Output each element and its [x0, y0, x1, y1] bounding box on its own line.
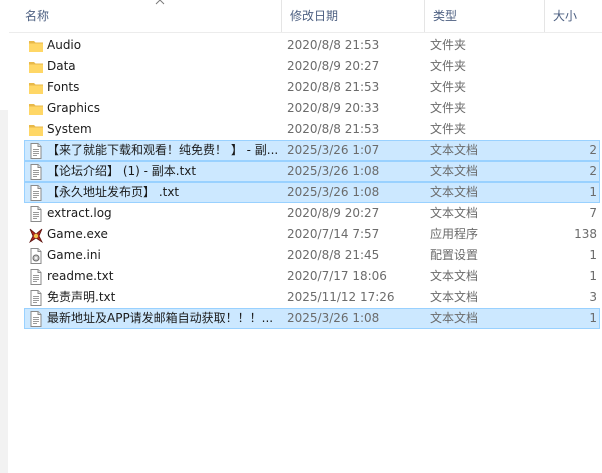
- file-type: 文本文档: [430, 185, 479, 199]
- folder-icon: [28, 37, 44, 55]
- file-size: 2: [589, 164, 597, 178]
- folder-icon: [28, 58, 44, 76]
- file-type: 文件夹: [430, 59, 467, 73]
- file-row[interactable]: 免责声明.txt 2025/11/12 17:26 文本文档 3: [24, 287, 600, 308]
- file-size: [530, 57, 597, 76]
- text-file-icon: [28, 184, 44, 202]
- file-name: Graphics: [47, 101, 100, 115]
- file-type: 文本文档: [430, 269, 479, 283]
- file-size: 7: [589, 206, 597, 220]
- file-type: 配置设置: [430, 248, 479, 262]
- file-type: 应用程序: [430, 227, 479, 241]
- file-type: 文本文档: [430, 290, 479, 304]
- file-type: 文本文档: [430, 164, 479, 178]
- config-file-icon: [28, 247, 44, 265]
- text-file-icon: [28, 289, 44, 307]
- file-modified-date: 2025/3/26 1:08: [287, 164, 380, 178]
- column-header-type[interactable]: 类型: [424, 0, 544, 32]
- file-modified-date: 2020/7/17 18:06: [287, 269, 387, 283]
- file-size: [530, 120, 597, 139]
- file-row[interactable]: 【论坛介绍】 (1) - 副本.txt 2025/3/26 1:08 文本文档 2: [24, 161, 600, 182]
- file-row[interactable]: Graphics 2020/8/9 20:33 文件夹: [24, 98, 600, 119]
- file-row[interactable]: extract.log 2020/8/9 20:27 文本文档 7: [24, 203, 600, 224]
- file-type: 文本文档: [430, 206, 479, 220]
- file-type: 文本文档: [430, 311, 479, 325]
- file-row[interactable]: 【来了就能下载和观看！纯免费！ 】 - 副... 2025/3/26 1:07 文本…: [24, 140, 600, 161]
- column-header-bar: 名称 修改日期 类型 大小: [9, 0, 602, 33]
- file-row[interactable]: 【永久地址发布页】 .txt 2025/3/26 1:08 文本文档 1: [24, 182, 600, 203]
- file-row[interactable]: readme.txt 2020/7/17 18:06 文本文档 1: [24, 266, 600, 287]
- file-modified-date: 2020/8/8 21:53: [287, 122, 380, 136]
- file-size: 1: [589, 269, 597, 283]
- text-file-icon: [28, 142, 44, 160]
- file-row[interactable]: Game.exe 2020/7/14 7:57 应用程序 138: [24, 224, 600, 245]
- file-size: [530, 36, 597, 55]
- file-name: extract.log: [47, 206, 112, 220]
- navigation-scrollbar-track[interactable]: [0, 110, 8, 473]
- file-name: Fonts: [47, 80, 80, 94]
- text-file-icon: [28, 205, 44, 223]
- file-size: [530, 78, 597, 97]
- file-list: Audio 2020/8/8 21:53 文件夹 Data 2020/8/9 20:27…: [24, 35, 600, 329]
- text-file-icon: [28, 310, 44, 328]
- file-name: 【来了就能下载和观看！纯免费！ 】 - 副...: [47, 143, 279, 157]
- file-name: Game.exe: [47, 227, 108, 241]
- file-type: 文件夹: [430, 101, 467, 115]
- file-size: 138: [574, 227, 597, 241]
- file-modified-date: 2020/8/8 21:45: [287, 248, 380, 262]
- file-size: 1: [589, 185, 597, 199]
- file-modified-date: 2025/11/12 17:26: [287, 290, 395, 304]
- file-modified-date: 2020/8/8 21:53: [287, 80, 380, 94]
- file-modified-date: 2025/3/26 1:08: [287, 185, 380, 199]
- text-file-icon: [28, 268, 44, 286]
- file-modified-date: 2020/8/9 20:27: [287, 206, 380, 220]
- file-modified-date: 2025/3/26 1:07: [287, 143, 380, 157]
- file-name: Audio: [47, 38, 82, 52]
- file-name: Game.ini: [47, 248, 101, 262]
- folder-icon: [28, 79, 44, 97]
- file-row[interactable]: Game.ini 2020/8/8 21:45 配置设置 1: [24, 245, 600, 266]
- file-size: 3: [589, 290, 597, 304]
- file-name: System: [47, 122, 92, 136]
- file-modified-date: 2025/3/26 1:08: [287, 311, 380, 325]
- file-type: 文本文档: [430, 143, 479, 157]
- column-header-modified[interactable]: 修改日期: [281, 0, 424, 32]
- file-row[interactable]: System 2020/8/8 21:53 文件夹: [24, 119, 600, 140]
- file-modified-date: 2020/8/9 20:27: [287, 59, 380, 73]
- file-name: 【永久地址发布页】 .txt: [47, 185, 180, 199]
- file-row[interactable]: Audio 2020/8/8 21:53 文件夹: [24, 35, 600, 56]
- file-row[interactable]: 最新地址及APP请发邮箱自动获取！！！... 2025/3/26 1:08 文本文档…: [24, 308, 600, 329]
- file-name: readme.txt: [47, 269, 114, 283]
- file-modified-date: 2020/8/8 21:53: [287, 38, 380, 52]
- file-size: 2: [589, 143, 597, 157]
- folder-icon: [28, 100, 44, 118]
- folder-icon: [28, 121, 44, 139]
- text-file-icon: [28, 163, 44, 181]
- file-size: 1: [589, 311, 597, 325]
- navigation-pane-edge: [0, 0, 9, 473]
- file-modified-date: 2020/8/9 20:33: [287, 101, 380, 115]
- file-row[interactable]: Data 2020/8/9 20:27 文件夹: [24, 56, 600, 77]
- file-size: [530, 99, 597, 118]
- file-type: 文件夹: [430, 80, 467, 94]
- file-type: 文件夹: [430, 122, 467, 136]
- column-header-name[interactable]: 名称: [17, 0, 283, 32]
- file-name: 【论坛介绍】 (1) - 副本.txt: [47, 164, 197, 178]
- column-header-size[interactable]: 大小: [544, 0, 602, 32]
- file-type: 文件夹: [430, 38, 467, 52]
- game-app-icon: [28, 226, 44, 244]
- file-row[interactable]: Fonts 2020/8/8 21:53 文件夹: [24, 77, 600, 98]
- file-modified-date: 2020/7/14 7:57: [287, 227, 380, 241]
- file-size: 1: [589, 248, 597, 262]
- file-name: Data: [47, 59, 76, 73]
- file-name: 免责声明.txt: [47, 290, 116, 304]
- file-name: 最新地址及APP请发邮箱自动获取！！！...: [47, 311, 274, 325]
- chevron-up-icon: [155, 0, 165, 7]
